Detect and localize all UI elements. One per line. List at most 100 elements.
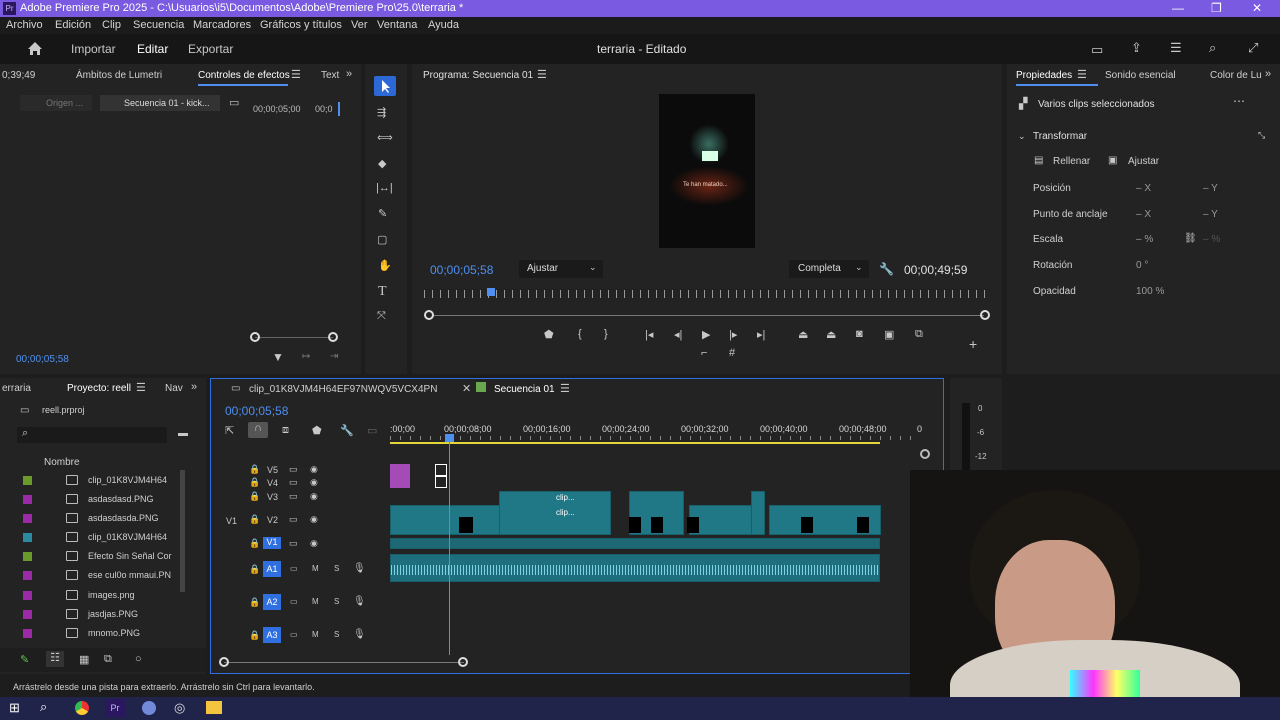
black-frame-clip[interactable] xyxy=(687,517,699,533)
ec-current-timecode[interactable]: 00;00;05;58 xyxy=(16,354,69,365)
go-to-in-icon[interactable]: |◂ xyxy=(645,328,653,341)
zoom-slider-icon[interactable]: ○ xyxy=(135,653,142,665)
lock-icon[interactable]: 🔒 xyxy=(249,597,260,608)
program-ruler[interactable] xyxy=(424,290,988,298)
mic-icon[interactable]: 🎙 xyxy=(353,563,366,574)
remix-tool-icon[interactable]: ⤧ xyxy=(377,310,386,323)
search-icon[interactable]: ⌕ xyxy=(1209,40,1216,56)
extract-icon[interactable]: ⏏ xyxy=(826,328,836,341)
black-frame-clip[interactable] xyxy=(459,517,473,533)
snap-icon[interactable]: ∩ xyxy=(248,422,268,438)
timeline-menu-icon[interactable]: ☰ xyxy=(560,382,570,395)
quality-dropdown[interactable]: Completa ⌄ xyxy=(789,260,869,278)
timeline-timecode[interactable]: 00;00;05;58 xyxy=(225,404,288,418)
pencil-icon[interactable]: ✎ xyxy=(20,653,29,666)
insert-sequence-icon[interactable]: ⇱ xyxy=(225,424,234,437)
list-item[interactable]: mnomo.PNG xyxy=(16,625,186,644)
mute-icon[interactable]: M xyxy=(312,630,319,639)
lock-icon[interactable]: 🔒 xyxy=(249,464,260,475)
v1-video-clips[interactable] xyxy=(390,538,880,549)
export-frame-icon[interactable]: ↦ xyxy=(302,351,310,362)
home-icon[interactable] xyxy=(27,41,43,56)
menu-ventana[interactable]: Ventana xyxy=(377,19,417,31)
properties-menu-icon[interactable]: ☰ xyxy=(1077,68,1087,81)
timeline-playhead-handle[interactable] xyxy=(445,434,454,442)
filter-icon[interactable]: ▼ xyxy=(272,350,284,364)
video-clip[interactable] xyxy=(689,505,759,535)
new-bin-icon[interactable]: ▬ xyxy=(178,428,188,439)
black-frame-clip[interactable] xyxy=(857,517,869,533)
subtab-sequence[interactable]: Secuencia 01 - kick... xyxy=(100,95,220,111)
ec-zoom-track[interactable] xyxy=(255,337,333,338)
lock-icon[interactable]: 🔒 xyxy=(249,491,260,502)
vertical-zoom-handle[interactable] xyxy=(920,449,930,459)
step-forward-icon[interactable]: |▸ xyxy=(729,328,737,341)
fit-button[interactable]: Ajustar xyxy=(1128,156,1159,167)
go-to-out-icon[interactable]: ▸| xyxy=(757,328,765,341)
mic-icon[interactable]: 🎙 xyxy=(353,629,366,640)
selection-tool[interactable] xyxy=(374,76,396,96)
fit-dropdown[interactable]: Ajustar ⌄ xyxy=(519,260,603,278)
image-clip-selected[interactable] xyxy=(435,476,447,488)
tab-properties[interactable]: Propiedades xyxy=(1016,70,1072,81)
track-label-a1[interactable]: A1 xyxy=(263,561,281,577)
menu-clip[interactable]: Clip xyxy=(102,19,121,31)
list-item[interactable]: clip_01K8VJM4H64 xyxy=(16,472,186,491)
panel-menu-icon[interactable]: ☰ xyxy=(291,68,301,81)
list-item[interactable]: asdasdasda.PNG xyxy=(16,510,186,529)
opacity-value[interactable]: 100 % xyxy=(1136,286,1164,297)
list-item[interactable]: images.png xyxy=(16,587,186,606)
premiere-taskbar-icon[interactable]: Pr xyxy=(105,699,125,717)
tab-import[interactable]: Importar xyxy=(71,42,116,56)
type-tool-icon[interactable]: T xyxy=(378,284,387,300)
fit-icon[interactable]: ▣ xyxy=(1108,155,1117,166)
chrome-icon[interactable] xyxy=(75,701,89,715)
windows-start-icon[interactable]: ⊞ xyxy=(9,700,20,716)
add-button-icon[interactable]: + xyxy=(969,336,977,352)
tab-edit[interactable]: Editar xyxy=(137,42,168,56)
track-label-v1[interactable]: V1 xyxy=(263,537,281,549)
fill-icon[interactable]: ▤ xyxy=(1034,155,1043,166)
tab-text[interactable]: Text xyxy=(321,70,339,81)
video-clip[interactable] xyxy=(751,491,765,535)
add-marker-icon[interactable]: ⬟ xyxy=(312,424,322,437)
black-frame-clip[interactable] xyxy=(629,517,641,533)
video-clip[interactable] xyxy=(499,491,611,535)
black-frame-clip[interactable] xyxy=(651,517,663,533)
program-playhead[interactable] xyxy=(487,288,495,296)
multicam-icon[interactable]: ⧉ xyxy=(915,328,923,341)
menu-ayuda[interactable]: Ayuda xyxy=(428,19,459,31)
tab-lumetri-color[interactable]: Color de Lu xyxy=(1210,70,1262,81)
eye-icon[interactable]: ◉ xyxy=(310,477,318,488)
timeline-zoom-right[interactable] xyxy=(458,657,468,667)
icon-view-icon[interactable]: ▦ xyxy=(79,653,89,666)
menu-archivo[interactable]: Archivo xyxy=(6,19,43,31)
mute-icon[interactable]: M xyxy=(312,564,319,573)
wrench-icon[interactable]: 🔧 xyxy=(340,424,354,437)
workspace-panel-icon[interactable]: ▭ xyxy=(1091,42,1103,58)
rotation-value[interactable]: 0 ° xyxy=(1136,260,1148,271)
link-icon[interactable]: ⛓ xyxy=(1184,233,1197,244)
ec-zoom-handle-left[interactable] xyxy=(250,332,260,342)
slip-tool-icon[interactable]: |↔| xyxy=(376,182,393,194)
ec-zoom-handle-right[interactable] xyxy=(328,332,338,342)
sync-icon[interactable]: ▭ xyxy=(289,491,298,502)
menu-ver[interactable]: Ver xyxy=(351,19,368,31)
menu-secuencia[interactable]: Secuencia xyxy=(133,19,184,31)
work-area-bar[interactable] xyxy=(390,442,880,444)
mark-out-icon[interactable]: } xyxy=(604,328,608,340)
list-item[interactable]: jasdjas.PNG xyxy=(16,606,186,625)
lock-icon[interactable]: 🔒 xyxy=(249,477,260,488)
more-panels-icon[interactable]: » xyxy=(346,68,352,80)
mark-in-icon[interactable]: { xyxy=(578,328,582,340)
menu-graficos[interactable]: Gráficos y títulos xyxy=(260,19,342,31)
mic-icon[interactable]: 🎙 xyxy=(353,596,366,607)
tab-effect-controls[interactable]: Controles de efectos xyxy=(198,70,290,81)
pen-tool-icon[interactable]: ✎ xyxy=(378,207,387,220)
lift-icon[interactable]: ⏏ xyxy=(798,328,808,341)
program-zoom-right[interactable] xyxy=(980,310,990,320)
list-item[interactable]: ese cul0o mmaui.PN xyxy=(16,567,186,586)
collapse-icon[interactable]: ⤡ xyxy=(1258,130,1265,141)
eye-icon[interactable]: ◉ xyxy=(310,491,318,502)
timeline-zoom-left[interactable] xyxy=(219,657,229,667)
